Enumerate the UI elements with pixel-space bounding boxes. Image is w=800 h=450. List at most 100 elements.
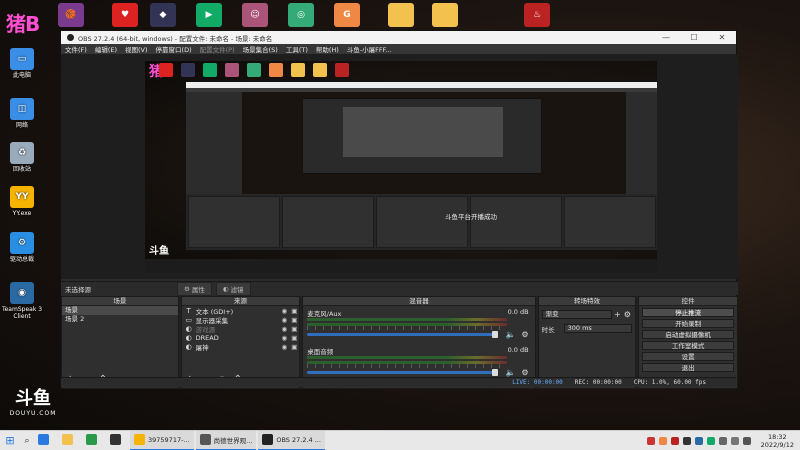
g-app-icon[interactable]: G — [334, 3, 360, 27]
start-button[interactable]: ⊞ — [0, 434, 20, 447]
speaker-icon[interactable]: 🔈 — [505, 368, 515, 377]
tray-app-icon[interactable] — [682, 436, 691, 445]
computer-desktop-shortcut[interactable]: ▭ 此电脑 — [0, 48, 44, 79]
filters-button[interactable]: ◐ 滤镜 — [215, 281, 251, 296]
folder-icon[interactable] — [432, 3, 458, 27]
tray-app-icon[interactable] — [670, 436, 679, 445]
visibility-eye-icon[interactable]: ◉ — [279, 316, 289, 324]
menu-item[interactable]: 停靠窗口(D) — [156, 44, 192, 54]
game-icon[interactable]: 🏀 — [58, 3, 84, 27]
tray-app-icon[interactable] — [706, 436, 715, 445]
network-icon[interactable] — [730, 436, 739, 445]
gear-icon: ⚙ — [184, 284, 190, 293]
taskbar-app[interactable] — [106, 431, 128, 450]
obs-logo-icon — [67, 34, 74, 41]
control-button[interactable]: 启动虚拟摄像机 — [642, 329, 734, 339]
scene-item[interactable]: 场景 2 — [62, 315, 178, 324]
lock-icon[interactable]: ▣ — [289, 307, 299, 315]
game-taskbar-icon — [199, 434, 211, 445]
transition-select[interactable]: 渐变 — [541, 310, 613, 319]
steam-icon[interactable]: ♨ — [524, 3, 550, 27]
network-desktop-shortcut[interactable]: ◫ 网络 — [0, 98, 44, 129]
menu-item[interactable]: 编辑(E) — [95, 44, 117, 54]
game-capture-icon: ◐ — [185, 333, 192, 342]
gear-icon[interactable]: ⚙ — [521, 330, 528, 339]
stream-success-toast: 斗鱼平台开播成功 — [445, 213, 497, 221]
duration-input[interactable]: 300 ms — [563, 324, 633, 333]
volume-slider[interactable] — [307, 331, 498, 338]
app-blue-icon[interactable]: ◆ — [150, 3, 176, 27]
add-transition-button[interactable]: + — [612, 310, 622, 319]
preview-area: 猪B 斗鱼平台开播成功 斗鱼 6102005 — [61, 55, 738, 279]
yy-desktop-shortcut[interactable]: YY YY.exe — [0, 186, 44, 217]
controls-dock: 控件 停止推流 开始录制 启动虚拟摄像机 工作室模式 设置 退出 — [638, 296, 738, 389]
tray-app-icon[interactable] — [718, 436, 727, 445]
control-button[interactable]: 停止推流 — [642, 307, 734, 317]
lock-icon[interactable]: ▣ — [289, 343, 299, 351]
lock-icon[interactable]: ▣ — [289, 325, 299, 333]
menu-item[interactable]: 配置文件(P) — [200, 44, 235, 54]
visibility-eye-icon[interactable]: ◉ — [279, 307, 289, 315]
app-red-icon[interactable]: ♥ — [112, 3, 138, 27]
search-icon[interactable]: ⌕ — [20, 436, 34, 446]
speaker-icon[interactable]: 🔈 — [505, 330, 515, 339]
control-button[interactable]: 退出 — [642, 362, 734, 372]
tray-app-icon[interactable] — [658, 436, 667, 445]
maximize-button[interactable]: ☐ — [680, 33, 708, 42]
preview-canvas[interactable]: 猪B 斗鱼平台开播成功 斗鱼 6102005 — [145, 61, 657, 273]
menu-item[interactable]: 工具(T) — [286, 44, 308, 54]
gear-icon[interactable]: ⚙ — [521, 368, 528, 377]
control-button[interactable]: 开始录制 — [642, 318, 734, 328]
windows-taskbar: ⊞ ⌕ 39759717-... 尚德世界观... OBS 27.2.4 ... 1… — [0, 430, 800, 450]
remote-desktop-shortcut[interactable]: ⚙ 驱动总裁 — [0, 232, 44, 263]
taskbar-app[interactable]: 39759717-... — [130, 430, 194, 450]
folder-icon[interactable] — [388, 3, 414, 27]
control-button[interactable]: 工作室模式 — [642, 340, 734, 350]
obs-window: OBS 27.2.4 (64-bit, windows) - 配置文件: 未命名… — [60, 30, 738, 389]
volume-slider[interactable] — [307, 369, 498, 376]
scene-item[interactable]: 场景 — [62, 306, 178, 315]
preview-taskbar — [145, 259, 657, 273]
desktop-icon-label: 回收站 — [12, 166, 31, 173]
menu-item[interactable]: 斗鱼-小屠FFF... — [347, 44, 392, 54]
obs-titlebar[interactable]: OBS 27.2.4 (64-bit, windows) - 配置文件: 未命名… — [61, 31, 736, 44]
taskbar-app[interactable]: OBS 27.2.4 ... — [258, 430, 325, 450]
anime-icon[interactable]: ☺ — [242, 3, 268, 27]
edge-icon — [38, 434, 49, 445]
transition-settings-icon[interactable]: ⚙ — [622, 310, 632, 319]
clock-time: 18:32 — [767, 432, 787, 441]
monitor-icon: ▭ — [185, 315, 192, 324]
taskbar-app[interactable] — [82, 431, 104, 450]
source-item[interactable]: ◐ 屠神 ◉ ▣ — [182, 342, 300, 352]
visibility-eye-icon[interactable]: ◉ — [279, 343, 289, 351]
visibility-eye-icon[interactable]: ◉ — [279, 334, 289, 342]
taskbar-clock[interactable]: 18:32 2022/9/12 — [761, 433, 794, 449]
taskbar-app[interactable] — [58, 431, 80, 450]
minimize-button[interactable]: — — [652, 33, 680, 42]
obs-menubar: 文件(F) 编辑(E) 视图(V) 停靠窗口(D) 配置文件(P) 场景集合(S) 工具(T… — [61, 44, 736, 55]
taskbar-app[interactable] — [34, 431, 56, 450]
teamspeak-desktop-shortcut[interactable]: ◉ TeamSpeak 3 Client — [0, 282, 44, 320]
source-label: 屠神 — [195, 343, 209, 352]
tray-app-icon[interactable] — [646, 436, 655, 445]
tray-app-icon[interactable] — [694, 436, 703, 445]
close-button[interactable]: ✕ — [708, 33, 736, 42]
taskbar-app[interactable]: 尚德世界观... — [195, 430, 257, 450]
menu-item[interactable]: 文件(F) — [65, 44, 87, 54]
control-button[interactable]: 设置 — [642, 351, 734, 361]
recycle-bin-desktop-shortcut[interactable]: ♻ 回收站 — [0, 142, 44, 173]
source-item[interactable]: ◐ 游戏源 ◉ ▣ — [182, 324, 300, 334]
lock-icon[interactable]: ▣ — [289, 334, 299, 342]
volume-icon[interactable] — [742, 436, 751, 445]
menu-item[interactable]: 视图(V) — [125, 44, 148, 54]
game2-icon[interactable]: ◎ — [288, 3, 314, 27]
source-label: 游戏源 — [195, 325, 216, 334]
properties-button[interactable]: ⚙ 属性 — [177, 281, 212, 296]
mixer-channel-db: 0.0 dB — [507, 346, 529, 354]
app-green-icon[interactable]: ▶ — [196, 3, 222, 27]
menu-item[interactable]: 场景集合(S) — [243, 44, 278, 54]
lock-icon[interactable]: ▣ — [289, 316, 299, 324]
visibility-eye-icon[interactable]: ◉ — [279, 325, 289, 333]
obs-statusbar: LIVE: 00:00:00 REC: 00:00:00 CPU: 1.0%, … — [61, 377, 736, 387]
menu-item[interactable]: 帮助(H) — [316, 44, 339, 54]
